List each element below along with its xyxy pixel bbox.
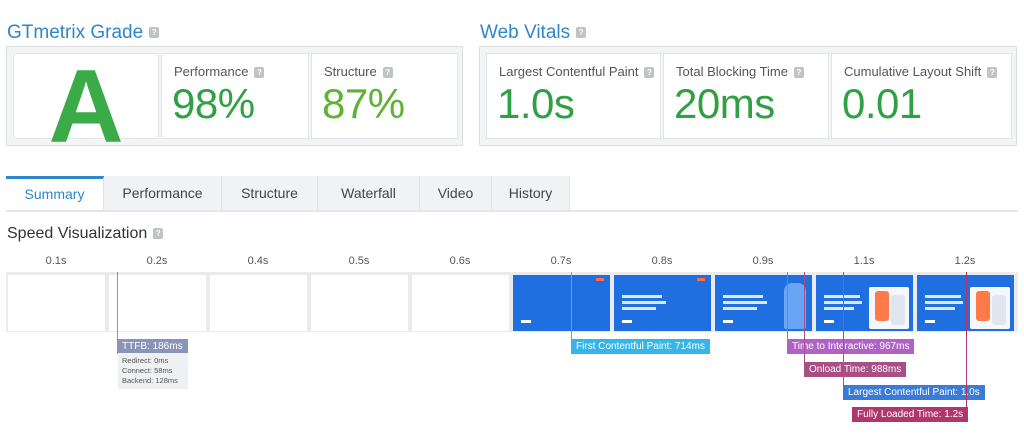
grade-cell: A [13,49,159,165]
help-icon[interactable]: ? [254,67,265,79]
frame-text-lines [925,295,963,313]
ttfb-marker-line [117,272,118,340]
web-vitals-panel: Largest Contentful Paint? 1.0s Total Blo… [479,46,1017,146]
frame-button-shape [824,320,834,323]
grade-letter: A [48,49,124,165]
help-icon[interactable]: ? [382,67,393,79]
time-tick: 1.1s [853,255,875,267]
filmstrip-frame[interactable] [412,275,509,331]
help-icon[interactable]: ? [149,27,160,39]
tab-summary[interactable]: Summary [6,176,104,210]
filmstrip-frame[interactable] [614,275,711,331]
tti-marker-line [787,272,788,339]
fcp-badge: First Contentful Paint: 714ms [571,339,710,354]
time-axis: 0.1s 0.2s 0.4s 0.5s 0.6s 0.7s 0.8s 0.9s … [6,255,1018,271]
time-tick: 0.2s [146,255,168,267]
ttfb-details: Redirect: 0ms Connect: 58ms Backend: 128… [118,353,188,389]
fully-loaded-marker-line [966,272,967,407]
frame-button-shape [521,320,531,323]
time-tick: 0.4s [247,255,269,267]
frame-corner-badge [596,278,604,281]
vital-cls-value: 0.01 [842,80,922,127]
structure-cell: Structure? 87% [311,53,458,139]
lcp-badge: Largest Contentful Paint: 1.0s [843,385,985,400]
structure-label: Structure? [324,64,393,79]
onload-badge: Onload Time: 988ms [804,362,907,377]
vital-cls-cell: Cumulative Layout Shift? 0.01 [831,53,1012,139]
frame-text-lines [723,295,771,313]
gtmetrix-grade-title-text: GTmetrix Grade [7,22,144,43]
filmstrip-frame[interactable] [816,275,913,331]
vital-cls-label: Cumulative Layout Shift? [844,64,998,79]
tab-structure[interactable]: Structure [222,176,318,210]
time-tick: 0.7s [550,255,572,267]
tab-history[interactable]: History [492,176,570,210]
time-tick: 0.8s [651,255,673,267]
fully-loaded-badge: Fully Loaded Time: 1.2s [852,407,969,422]
tab-performance[interactable]: Performance [104,176,222,210]
frame-text-lines [622,295,670,313]
web-vitals-title: Web Vitals? [480,22,587,44]
gtmetrix-grade-panel: A Performance? 98% Structure? 87% [6,46,463,165]
frame-button-shape [723,320,733,323]
filmstrip-frame[interactable] [311,275,408,331]
vital-lcp-label: Largest Contentful Paint? [499,64,655,79]
frame-phone-image [869,287,909,329]
help-icon[interactable]: ? [576,27,587,39]
performance-value: 98% [172,80,255,127]
vital-tbt-value: 20ms [674,80,775,127]
time-tick: 1.2s [954,255,976,267]
help-icon[interactable]: ? [794,67,804,79]
onload-marker-line [804,272,805,363]
time-tick: 0.1s [45,255,67,267]
filmstrip-frame[interactable] [210,275,307,331]
vital-lcp-value: 1.0s [497,80,575,127]
filmstrip [6,272,1018,332]
ttfb-connect: Connect: 58ms [122,366,173,375]
time-tick: 0.6s [449,255,471,267]
performance-label: Performance? [174,64,265,79]
tti-badge: Time to Interactive: 967ms [787,339,915,354]
vital-tbt-label: Total Blocking Time? [676,64,804,79]
help-icon[interactable]: ? [987,67,998,79]
web-vitals-title-text: Web Vitals [480,22,571,43]
vital-tbt-cell: Total Blocking Time? 20ms [663,53,829,139]
frame-phone-image [970,287,1010,329]
tab-video[interactable]: Video [420,176,492,210]
filmstrip-frame[interactable] [513,275,610,331]
gtmetrix-grade-title: GTmetrix Grade? [7,22,160,44]
tab-waterfall[interactable]: Waterfall [318,176,420,210]
ttfb-backend: Backend: 128ms [122,376,178,385]
lcp-marker-line [843,272,844,385]
filmstrip-frame[interactable] [109,275,206,331]
filmstrip-frame[interactable] [8,275,105,331]
frame-corner-badge [697,278,705,281]
time-tick: 0.5s [348,255,370,267]
ttfb-redirect: Redirect: 0ms [122,356,169,365]
speed-visualization-title: Speed Visualization? [7,225,164,243]
frame-button-shape [622,320,632,323]
performance-cell: Performance? 98% [161,53,309,139]
fcp-marker-line [571,272,572,339]
help-icon[interactable]: ? [644,67,655,79]
frame-button-shape [925,320,935,323]
time-tick: 0.9s [752,255,774,267]
ttfb-badge: TTFB: 186ms [117,339,188,354]
help-icon[interactable]: ? [153,228,164,240]
vital-lcp-cell: Largest Contentful Paint? 1.0s [486,53,661,139]
filmstrip-frame[interactable] [715,275,812,331]
structure-value: 87% [322,80,405,127]
report-tabs: Summary Performance Structure Waterfall … [6,176,1018,212]
